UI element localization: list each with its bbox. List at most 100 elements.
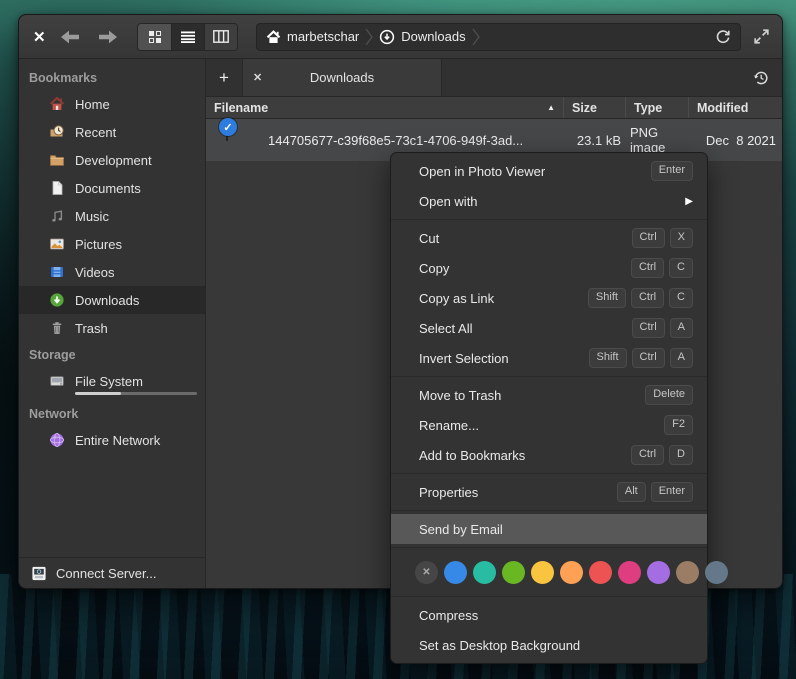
keycap: A [670,348,693,367]
menu-item-select-all[interactable]: Select All Ctrl A [391,313,707,343]
menu-item-label: Set as Desktop Background [419,638,693,653]
sidebar-item-music[interactable]: Music [19,202,205,230]
breadcrumb-downloads[interactable]: Downloads [379,29,465,45]
menu-item-label: Select All [419,321,632,336]
grid-view-button[interactable] [138,24,171,50]
forward-button[interactable] [93,23,123,51]
tab-bar: + ✕ Downloads [206,59,782,97]
connect-server-button[interactable]: Connect Server... [19,557,205,588]
sidebar-item-entire-network[interactable]: Entire Network [19,426,205,454]
menu-item-rename[interactable]: Rename... F2 [391,410,707,440]
sidebar-item-development[interactable]: Development [19,146,205,174]
recent-clock-icon [49,124,65,140]
menu-item-label: Open in Photo Viewer [419,164,651,179]
breadcrumb-user-label: marbetschar [287,29,359,44]
fullscreen-button[interactable] [753,28,770,45]
window-close-button[interactable]: ✕ [33,28,55,46]
menu-separator [391,376,707,377]
selected-check-icon[interactable]: ✓ [219,118,237,136]
menu-item-label: Add to Bookmarks [419,448,631,463]
sidebar-item-label: Pictures [75,237,122,252]
color-swatch-banana[interactable] [531,561,554,584]
sidebar-header-storage: Storage [19,342,205,367]
tab-downloads[interactable]: ✕ Downloads [242,59,442,96]
column-header-type[interactable]: Type [626,97,689,118]
harddisk-icon [49,373,65,389]
color-swatch-cocoa[interactable] [676,561,699,584]
keycap: C [669,288,693,307]
sidebar-item-trash[interactable]: Trash [19,314,205,342]
color-swatch-blueberry[interactable] [444,561,467,584]
sidebar-item-documents[interactable]: Documents [19,174,205,202]
column-header-filename[interactable]: Filename ▲ [206,97,564,118]
menu-item-open-with[interactable]: Open with ▶ [391,186,707,216]
menu-item-compress[interactable]: Compress [391,600,707,630]
color-swatch-slate[interactable] [705,561,728,584]
tab-label: Downloads [269,70,431,85]
column-header-modified[interactable]: Modified [689,97,782,118]
menu-item-add-to-bookmarks[interactable]: Add to Bookmarks Ctrl D [391,440,707,470]
menu-item-label: Send by Email [419,522,693,537]
back-arrow-icon [59,29,81,45]
color-swatch-strawberry[interactable] [589,561,612,584]
sidebar-item-downloads[interactable]: Downloads [19,286,205,314]
sidebar-item-pictures[interactable]: Pictures [19,230,205,258]
menu-separator [391,547,707,548]
file-name: 144705677-c39f68e5-73c1-4706-949f-3ad... [268,133,564,148]
menu-item-invert-selection[interactable]: Invert Selection Shift Ctrl A [391,343,707,373]
color-swatch-bubblegum[interactable] [618,561,641,584]
color-swatch-orange[interactable] [560,561,583,584]
color-swatch-grape[interactable] [647,561,670,584]
sidebar-item-filesystem[interactable]: File System [19,367,205,401]
keycap: C [669,258,693,277]
color-swatch-mint[interactable] [473,561,496,584]
color-label-row: ✕ [391,551,707,593]
menu-item-label: Properties [419,485,617,500]
sidebar-header-network: Network [19,401,205,426]
sidebar-item-home[interactable]: Home [19,90,205,118]
connect-server-label: Connect Server... [56,566,156,581]
network-globe-icon [49,432,65,448]
keycap: Delete [645,385,693,404]
keycap: Ctrl [631,258,664,277]
clear-color-swatch[interactable]: ✕ [415,561,438,584]
menu-item-open-in-photo-viewer[interactable]: Open in Photo Viewer Enter [391,156,707,186]
sidebar-item-recent[interactable]: Recent [19,118,205,146]
tab-history-button[interactable] [740,59,782,96]
sidebar-item-label: Trash [75,321,108,336]
list-view-button[interactable] [171,24,204,50]
column-header-size[interactable]: Size [564,97,626,118]
tab-close-icon[interactable]: ✕ [253,71,269,84]
new-tab-button[interactable]: + [206,59,242,96]
menu-item-copy[interactable]: Copy Ctrl C [391,253,707,283]
menu-item-send-by-email[interactable]: Send by Email [391,514,707,544]
color-swatch-lime[interactable] [502,561,525,584]
desktop-wallpaper: ✕ [0,0,796,679]
breadcrumb[interactable]: marbetschar Downloads [256,23,741,51]
menu-item-move-to-trash[interactable]: Move to Trash Delete [391,380,707,410]
menu-item-cut[interactable]: Cut Ctrl X [391,223,707,253]
sidebar-item-label: Downloads [75,293,139,308]
sidebar-item-label: File System [75,374,143,389]
breadcrumb-home[interactable]: marbetschar [266,29,359,44]
menu-item-properties[interactable]: Properties Alt Enter [391,477,707,507]
sidebar-item-label: Development [75,153,152,168]
refresh-button[interactable] [715,29,731,45]
sidebar-item-videos[interactable]: Videos [19,258,205,286]
keycap: X [670,228,693,247]
sidebar-item-label: Entire Network [75,433,160,448]
submenu-arrow-icon: ▶ [685,196,693,207]
sidebar-item-label: Music [75,209,109,224]
history-icon [752,69,770,87]
sidebar-item-label: Videos [75,265,115,280]
menu-item-set-as-desktop-background[interactable]: Set as Desktop Background [391,630,707,660]
menu-item-label: Cut [419,231,632,246]
refresh-icon [715,29,731,45]
downloads-circle-icon [379,29,395,45]
menu-item-copy-as-link[interactable]: Copy as Link Shift Ctrl C [391,283,707,313]
keycap: A [670,318,693,337]
back-button[interactable] [55,23,85,51]
table-header: Filename ▲ Size Type Modified [206,97,782,119]
headerbar: ✕ [19,15,782,59]
column-view-button[interactable] [204,24,237,50]
